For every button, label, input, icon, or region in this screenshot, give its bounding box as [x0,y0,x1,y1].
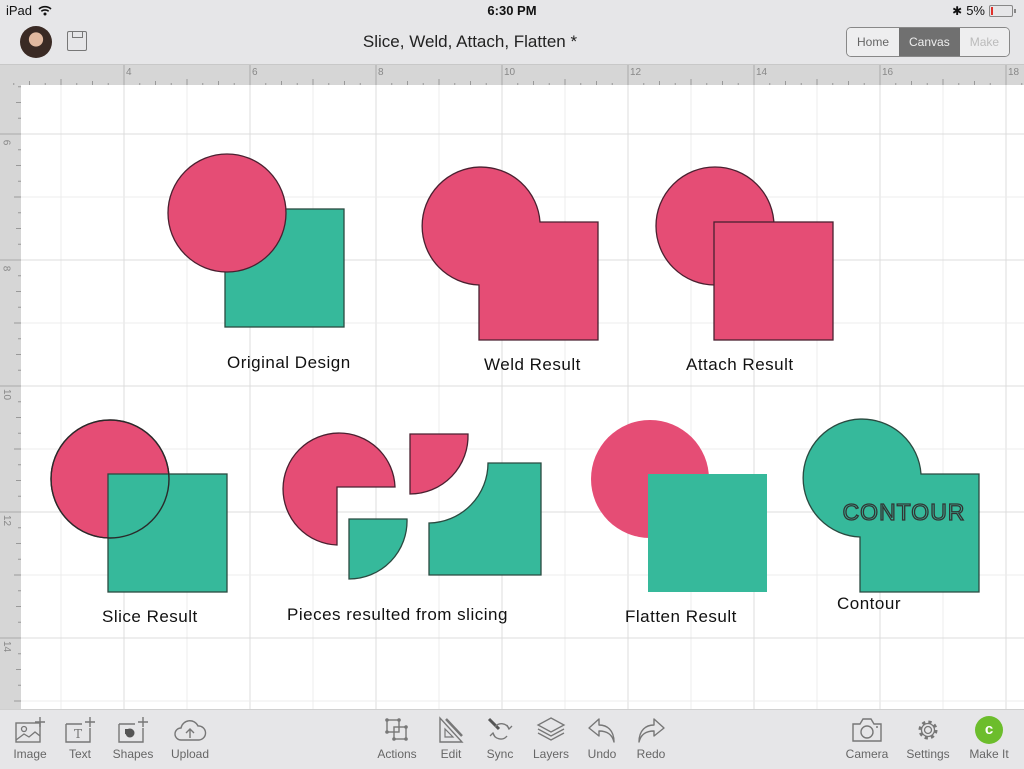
ruler-label: 14 [1,640,13,653]
piece-circle-overlap [409,433,469,495]
label-slice-pieces: Pieces resulted from slicing [287,605,508,624]
slice-result-group[interactable] [50,419,228,593]
bluetooth-icon: ✱ [952,3,963,18]
clock: 6:30 PM [487,3,537,18]
upload-button[interactable]: Upload [164,716,216,761]
edit-icon [439,716,464,743]
shapes-button-label: Shapes [112,747,154,761]
text-button[interactable]: T Text [54,716,106,761]
edit-button[interactable]: Edit [425,716,477,761]
label-weld-result: Weld Result [484,355,581,374]
undo-icon [588,718,615,743]
ruler-label: 6 [252,67,258,78]
label-attach-result: Attach Result [686,355,794,374]
make-it-button[interactable]: c Make It [963,716,1015,761]
image-button[interactable]: Image [4,716,56,761]
camera-icon [852,718,882,742]
redo-icon [638,718,665,743]
horizontal-ruler: 4 6 8 10 12 14 16 18 [0,64,1024,86]
settings-button[interactable]: Settings [902,716,954,761]
original-design-group[interactable] [167,153,345,328]
tab-make[interactable]: Make [959,28,1010,56]
ruler-label: 14 [756,67,768,78]
document-title: Slice, Weld, Attach, Flatten * [362,32,578,51]
camera-button[interactable]: Camera [841,716,893,761]
contour-text: CONTOUR [843,499,966,525]
settings-icon [918,720,938,740]
bottom-toolbar: Image T Text Shapes Upload Actions Edit … [0,709,1024,769]
text-add-icon: T [65,717,95,743]
attach-square [713,221,834,341]
shapes-add-icon [118,717,148,743]
shapes-button[interactable]: Shapes [107,716,159,761]
piece-square-overlap [348,518,408,580]
original-circle [167,153,287,273]
label-slice-result: Slice Result [102,607,198,626]
tab-home[interactable]: Home [847,28,900,56]
contour-group[interactable]: CONTOUR [802,418,980,593]
text-button-label: Text [68,747,91,761]
battery-percent: 5% [966,3,985,18]
edit-button-label: Edit [440,747,462,761]
ruler-label: 10 [504,67,516,78]
mode-switcher: Home Canvas Make [846,27,1011,57]
tab-canvas[interactable]: Canvas [899,28,960,56]
attach-group[interactable] [655,166,834,341]
settings-button-label: Settings [906,747,950,761]
ruler-label: 8 [0,265,12,272]
svg-text:T: T [74,727,82,741]
sync-icon [487,717,513,740]
make-it-icon: c [975,716,1003,744]
cloud-upload-icon [174,720,207,741]
ruler-label: 12 [1,514,13,527]
make-it-button-label: Make It [969,747,1009,761]
redo-button-label: Redo [636,747,666,761]
status-bar: iPad 6:30 PM ✱ 5% [0,0,1024,20]
image-add-icon [15,717,45,743]
ruler-label: 12 [630,67,642,78]
image-button-label: Image [13,747,47,761]
layers-icon [536,717,566,741]
battery-icon [989,4,1013,17]
layers-button[interactable]: Layers [525,716,577,761]
ruler-label: 16 [882,67,894,78]
actions-icon [385,718,408,741]
redo-button[interactable]: Redo [625,716,677,761]
label-flatten-result: Flatten Result [625,607,737,626]
undo-button-label: Undo [587,747,617,761]
weld-shape[interactable] [421,166,599,341]
flatten-square [648,474,767,592]
design-canvas[interactable]: CONTOUR Original Design Weld Result Atta… [21,85,1024,709]
label-contour: Contour [837,594,901,613]
battery-tip [1014,8,1016,13]
ruler-label: 8 [378,67,384,78]
actions-button[interactable]: Actions [371,716,423,761]
sync-button-label: Sync [486,747,514,761]
ruler-label: 18 [1008,67,1020,78]
camera-button-label: Camera [845,747,889,761]
vertical-ruler: 6 8 10 12 14 [0,70,21,709]
ruler-label: 4 [126,67,132,78]
upload-button-label: Upload [170,747,210,761]
ruler-label: 10 [1,388,13,401]
actions-button-label: Actions [377,747,417,761]
nav-bar: Slice, Weld, Attach, Flatten * Home Canv… [0,20,1024,64]
label-original-design: Original Design [227,353,351,372]
ruler-label: 6 [0,139,12,146]
flatten-group[interactable] [591,420,767,592]
undo-button[interactable]: Undo [576,716,628,761]
layers-button-label: Layers [532,747,570,761]
sync-button[interactable]: Sync [474,716,526,761]
